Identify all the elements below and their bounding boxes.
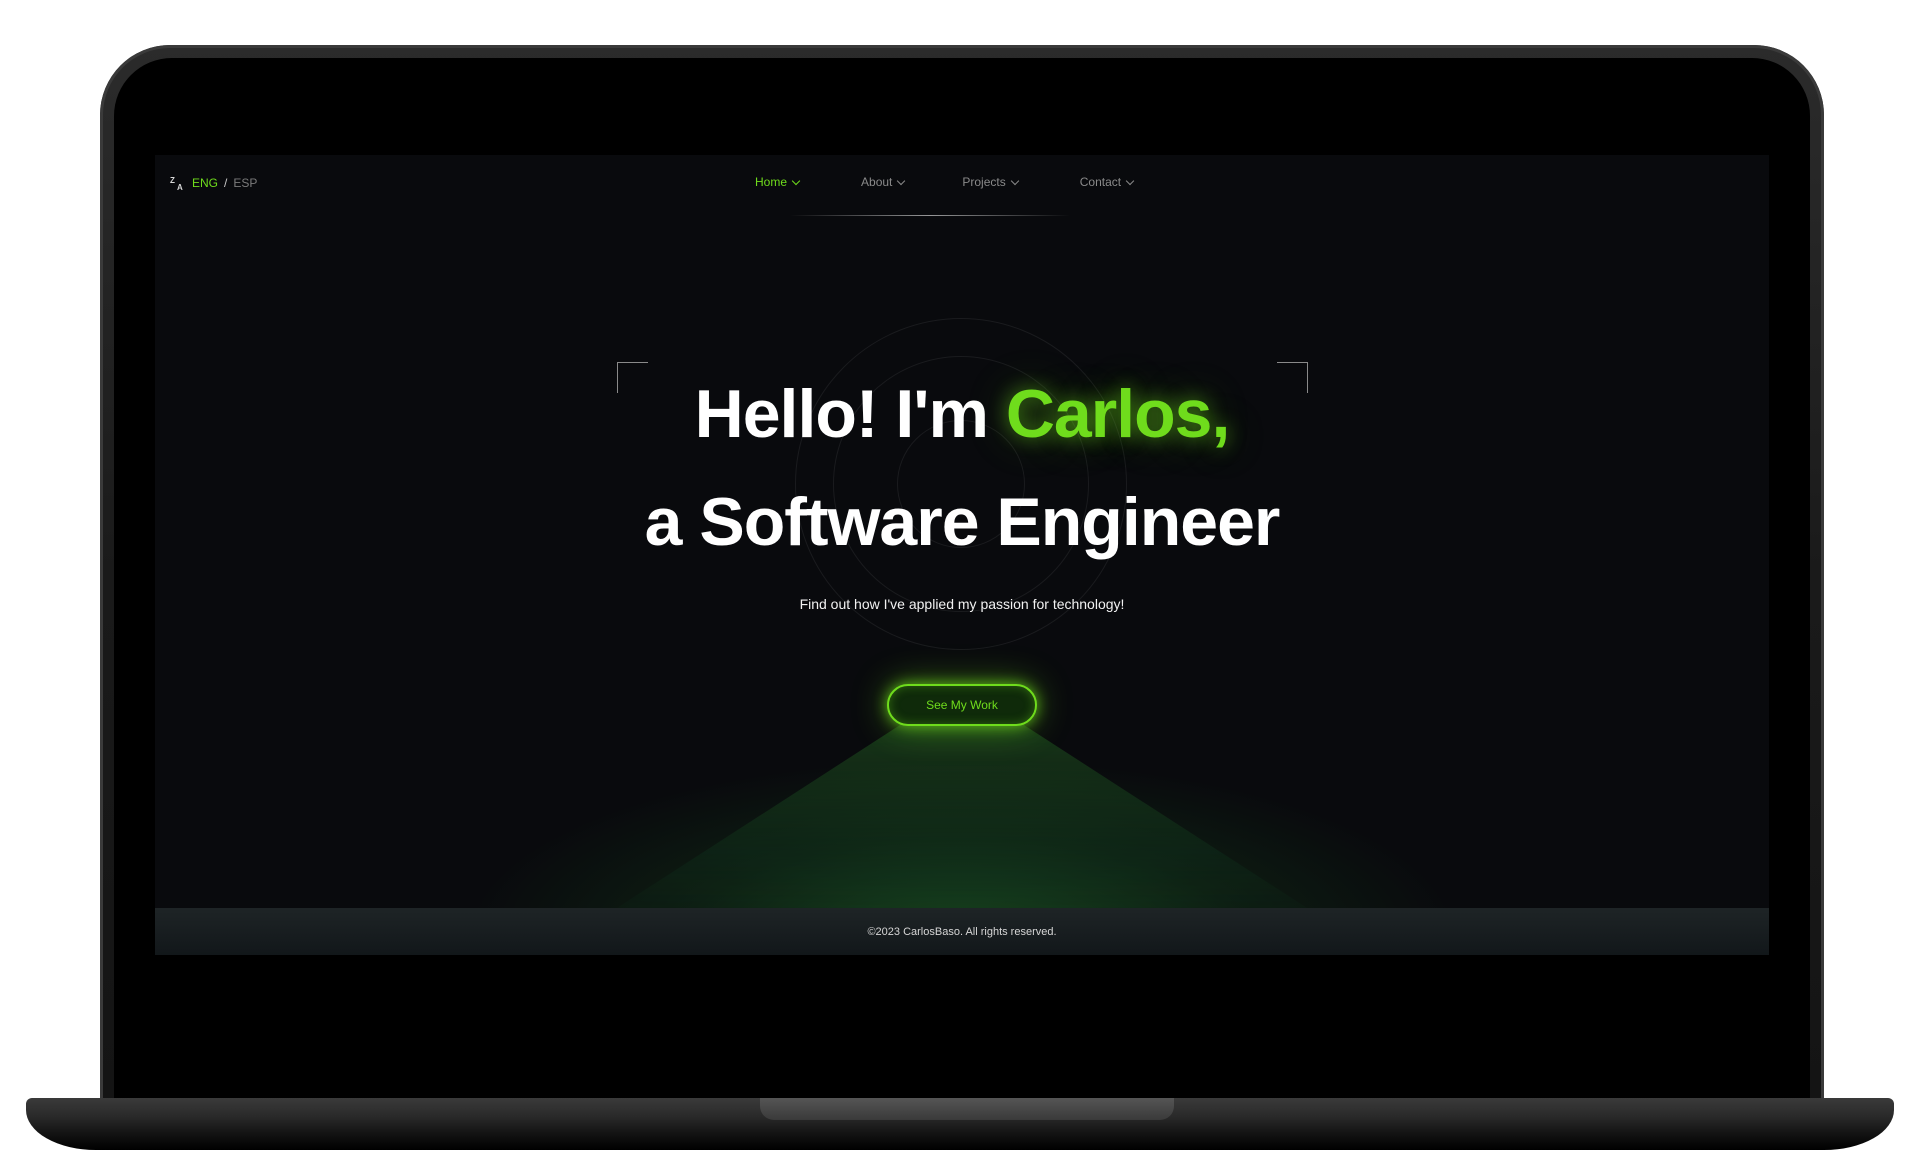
- nav-underline: [790, 215, 1070, 216]
- main-nav: Home About Projects Contact: [755, 175, 1193, 189]
- nav-item-home[interactable]: Home: [755, 175, 801, 189]
- hero-name: Carlos,: [1005, 376, 1231, 452]
- website-screen: Z A ENG / ESP Home About Projects Contac…: [155, 155, 1769, 955]
- site-footer: ©2023 CarlosBaso. All rights reserved.: [155, 908, 1769, 955]
- nav-item-contact[interactable]: Contact: [1079, 175, 1135, 189]
- laptop-mockup: Z A ENG / ESP Home About Projects Contac…: [0, 0, 1920, 1171]
- hero-subtitle: Find out how I've applied my passion for…: [799, 596, 1125, 612]
- lang-eng-link[interactable]: ENG: [192, 176, 218, 190]
- hero-heading-line1: Hello! I'm Carlos,: [155, 375, 1769, 453]
- chevron-down-icon: [791, 176, 801, 185]
- svg-text:A: A: [177, 183, 183, 191]
- nav-item-label: Projects: [962, 175, 1006, 189]
- hero-greeting: Hello! I'm: [694, 376, 1006, 452]
- svg-text:Z: Z: [170, 176, 175, 185]
- laptop-notch: [760, 1098, 1174, 1120]
- hero-heading-line2: a Software Engineer: [644, 484, 1281, 560]
- nav-item-label: Contact: [1079, 175, 1122, 189]
- nav-item-label: About: [861, 175, 893, 189]
- chevron-down-icon: [897, 176, 906, 185]
- chevron-down-icon: [1125, 176, 1135, 185]
- lang-esp-link[interactable]: ESP: [233, 176, 257, 190]
- translate-icon: Z A: [170, 175, 186, 192]
- lang-separator: /: [224, 176, 228, 190]
- language-switcher: Z A ENG / ESP: [170, 175, 257, 192]
- chevron-down-icon: [1010, 176, 1019, 185]
- see-my-work-button[interactable]: See My Work: [887, 684, 1037, 726]
- nav-item-label: Home: [755, 175, 788, 189]
- footer-copyright: ©2023 CarlosBaso. All rights reserved.: [867, 925, 1057, 938]
- nav-item-projects[interactable]: Projects: [962, 175, 1019, 189]
- nav-item-about[interactable]: About: [861, 175, 906, 189]
